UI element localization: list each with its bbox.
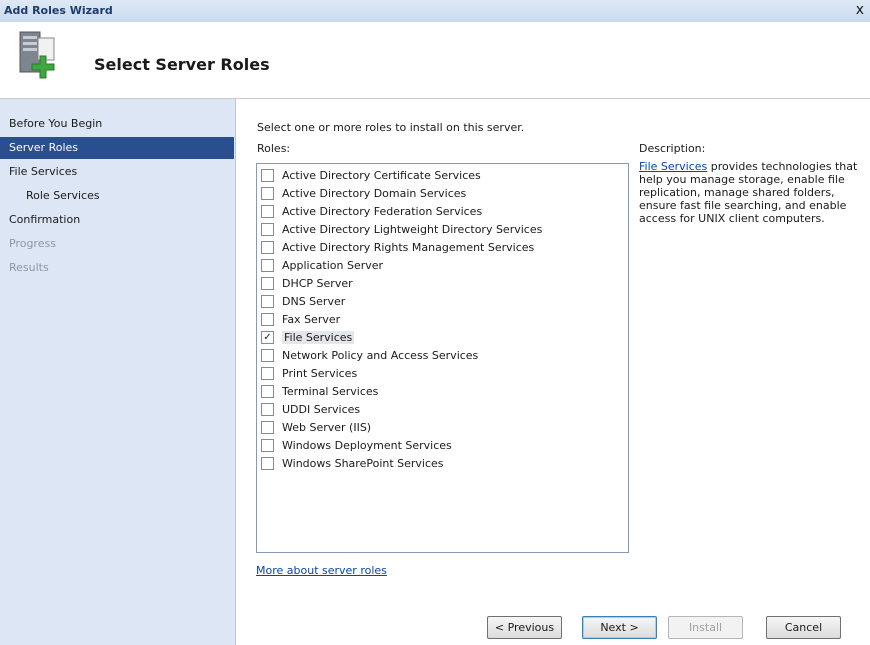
role-label: Active Directory Certificate Services <box>282 169 481 182</box>
server-roles-icon <box>19 31 55 79</box>
role-checkbox[interactable] <box>261 205 274 218</box>
sidebar-item-server-roles[interactable]: Server Roles <box>0 137 234 159</box>
role-label: Fax Server <box>282 313 341 326</box>
role-label: Active Directory Rights Management Servi… <box>282 241 535 254</box>
role-label: DHCP Server <box>282 277 353 290</box>
role-item-selected[interactable]: ✓ File Services <box>261 329 355 346</box>
role-item[interactable]: Web Server (IIS) <box>261 419 371 436</box>
role-label: Application Server <box>282 259 384 272</box>
role-item[interactable]: Windows SharePoint Services <box>261 455 444 472</box>
role-checkbox[interactable] <box>261 457 274 470</box>
window-title: Add Roles Wizard <box>4 4 113 17</box>
role-label: Windows SharePoint Services <box>282 457 444 470</box>
role-checkbox-checked[interactable]: ✓ <box>261 331 274 344</box>
role-checkbox[interactable] <box>261 367 274 380</box>
cancel-button[interactable]: Cancel <box>766 616 841 639</box>
install-button: Install <box>668 616 743 639</box>
file-services-link[interactable]: File Services <box>639 160 707 173</box>
role-checkbox[interactable] <box>261 169 274 182</box>
sidebar-item-role-services[interactable]: Role Services <box>0 185 234 207</box>
sidebar-item-progress: Progress <box>9 237 56 250</box>
role-checkbox[interactable] <box>261 223 274 236</box>
role-item[interactable]: Active Directory Rights Management Servi… <box>261 239 534 256</box>
more-about-roles-link[interactable]: More about server roles <box>256 564 387 577</box>
role-checkbox[interactable] <box>261 277 274 290</box>
role-checkbox[interactable] <box>261 385 274 398</box>
description-title: Description: <box>639 142 706 155</box>
role-label: File Services <box>282 331 355 344</box>
sidebar-item-before-you-begin[interactable]: Before You Begin <box>0 113 234 135</box>
role-item[interactable]: Terminal Services <box>261 383 378 400</box>
role-item[interactable]: Active Directory Lightweight Directory S… <box>261 221 542 238</box>
role-item[interactable]: Active Directory Domain Services <box>261 185 466 202</box>
roles-list[interactable]: Active Directory Certificate Services Ac… <box>256 163 629 553</box>
role-label: Network Policy and Access Services <box>282 349 479 362</box>
wizard-header: Select Server Roles <box>0 22 870 99</box>
role-checkbox[interactable] <box>261 439 274 452</box>
role-item[interactable]: DHCP Server <box>261 275 353 292</box>
roles-label: Roles: <box>257 142 291 155</box>
description-text: File Services provides technologies that… <box>639 160 861 225</box>
page-title: Select Server Roles <box>94 55 270 74</box>
sidebar-item-results: Results <box>9 261 49 274</box>
close-icon[interactable]: x <box>856 2 864 18</box>
role-checkbox[interactable] <box>261 241 274 254</box>
previous-button[interactable]: < Previous <box>487 616 562 639</box>
role-label: DNS Server <box>282 295 346 308</box>
role-item[interactable]: DNS Server <box>261 293 345 310</box>
role-item[interactable]: Network Policy and Access Services <box>261 347 478 364</box>
role-item[interactable]: Print Services <box>261 365 357 382</box>
next-button[interactable]: Next > <box>582 616 657 639</box>
role-label: Active Directory Federation Services <box>282 205 483 218</box>
role-label: Active Directory Domain Services <box>282 187 467 200</box>
role-item[interactable]: Active Directory Certificate Services <box>261 167 481 184</box>
role-item[interactable]: Active Directory Federation Services <box>261 203 482 220</box>
role-checkbox[interactable] <box>261 187 274 200</box>
role-checkbox[interactable] <box>261 403 274 416</box>
role-label: UDDI Services <box>282 403 361 416</box>
sidebar-item-confirmation[interactable]: Confirmation <box>0 209 234 231</box>
role-item[interactable]: Fax Server <box>261 311 340 328</box>
sidebar-item-file-services[interactable]: File Services <box>0 161 234 183</box>
role-label: Print Services <box>282 367 358 380</box>
role-checkbox[interactable] <box>261 313 274 326</box>
role-checkbox[interactable] <box>261 295 274 308</box>
instruction-text: Select one or more roles to install on t… <box>257 121 525 134</box>
title-bar: Add Roles Wizard x <box>0 0 870 23</box>
role-checkbox[interactable] <box>261 349 274 362</box>
main-content: Select one or more roles to install on t… <box>236 99 870 645</box>
role-label: Windows Deployment Services <box>282 439 452 452</box>
role-checkbox[interactable] <box>261 421 274 434</box>
role-label: Terminal Services <box>282 385 379 398</box>
role-label: Active Directory Lightweight Directory S… <box>282 223 543 236</box>
role-checkbox[interactable] <box>261 259 274 272</box>
role-label: Web Server (IIS) <box>282 421 372 434</box>
role-item[interactable]: Windows Deployment Services <box>261 437 452 454</box>
wizard-sidebar: Before You Begin Server Roles File Servi… <box>0 99 236 645</box>
role-item[interactable]: UDDI Services <box>261 401 360 418</box>
role-item[interactable]: Application Server <box>261 257 383 274</box>
